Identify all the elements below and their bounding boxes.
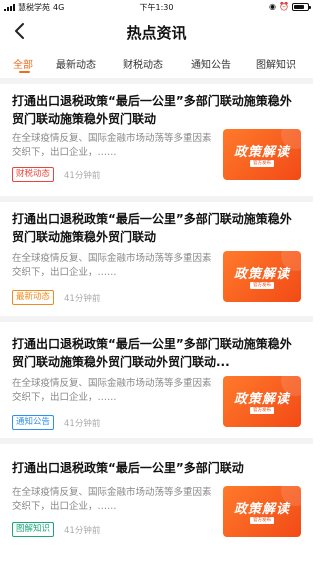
news-meta: 财税动态 41分钟前: [12, 167, 100, 182]
category-tag: 通知公告: [12, 415, 55, 430]
alarm-icon: ⏰: [279, 2, 289, 11]
category-tag: 最新动态: [12, 290, 55, 305]
news-summary: 在全球疫情反复、国际金融市场动荡等多重因素交织下，出口企业，……: [12, 133, 212, 158]
news-title[interactable]: 打通出口退税政策“最后一公里”多部门联动施策稳外贸门联动施策稳外贸门联动: [12, 210, 302, 246]
news-card[interactable]: 打通出口退税政策“最后一公里”多部门联动施策稳外贸门联动施策稳外贸门联动 在全球…: [0, 202, 313, 316]
news-card[interactable]: 打通出口退税政策“最后一公里”多部门联动 在全球疫情反复、国际金融市场动荡等多重…: [0, 444, 313, 554]
tab-all[interactable]: 全部: [13, 56, 33, 71]
tab-illustrated-knowledge[interactable]: 图解知识: [256, 56, 296, 71]
thumbnail-title: 政策解读: [233, 145, 290, 160]
news-card[interactable]: 打通出口退税政策“最后一公里”多部门联动施策稳外贸门联动施策稳外贸门联动 在全球…: [0, 84, 313, 196]
publish-time: 41分钟前: [64, 293, 101, 304]
news-summary: 在全球疫情反复、国际金融市场动荡等多重因素交织下，出口企业，……: [12, 253, 212, 278]
thumbnail-badge: 官方发布: [250, 517, 274, 524]
navigation-bar: 热点资讯: [0, 14, 313, 48]
news-thumbnail[interactable]: 政策解读 官方发布: [223, 376, 301, 427]
publish-time: 41分钟前: [64, 170, 101, 181]
news-summary: 在全球疫情反复、国际金融市场动荡等多重因素交织下，出口企业，……: [12, 378, 212, 403]
thumbnail-title: 政策解读: [233, 502, 290, 517]
news-meta: 图解知识 41分钟前: [12, 522, 100, 537]
battery-icon: [292, 2, 311, 11]
tab-latest-news[interactable]: 最新动态: [56, 56, 96, 71]
category-tabs: 全部 最新动态 财税动态 通知公告 图解知识: [0, 52, 313, 76]
news-meta: 通知公告 41分钟前: [12, 415, 100, 430]
tab-announcements[interactable]: 通知公告: [191, 56, 231, 71]
location-icon: ◉: [269, 2, 277, 11]
thumbnail-title: 政策解读: [233, 392, 290, 407]
thumbnail-badge: 官方发布: [250, 160, 274, 167]
active-tab-indicator: [19, 71, 30, 73]
news-thumbnail[interactable]: 政策解读 官方发布: [223, 486, 301, 537]
tab-tax-news[interactable]: 财税动态: [123, 56, 163, 71]
thumbnail-badge: 官方发布: [250, 282, 274, 289]
news-summary: 在全球疫情反复、国际金融市场动荡等多重因素交织下，出口企业，……: [12, 487, 212, 512]
news-card[interactable]: 打通出口退税政策“最后一公里”多部门联动施策稳外贸门联动施策稳外贸门联动外贸门联…: [0, 322, 313, 438]
thumbnail-title: 政策解读: [233, 267, 290, 282]
news-thumbnail[interactable]: 政策解读 官方发布: [223, 129, 301, 180]
status-bar: 慧税学苑 4G 下午1:30 ◉ ⏰: [0, 0, 313, 14]
publish-time: 41分钟前: [64, 418, 101, 429]
status-time: 下午1:30: [139, 3, 174, 12]
page-title: 热点资讯: [126, 24, 187, 42]
news-title[interactable]: 打通出口退税政策“最后一公里”多部门联动: [12, 459, 302, 477]
thumbnail-badge: 官方发布: [250, 407, 274, 414]
category-tag: 图解知识: [12, 522, 55, 537]
status-right: ◉ ⏰: [269, 2, 311, 11]
news-thumbnail[interactable]: 政策解读 官方发布: [223, 251, 301, 302]
publish-time: 41分钟前: [64, 525, 101, 536]
news-meta: 最新动态 41分钟前: [12, 290, 100, 305]
news-title[interactable]: 打通出口退税政策“最后一公里”多部门联动施策稳外贸门联动施策稳外贸门联动外贸门联…: [12, 335, 302, 371]
category-tag: 财税动态: [12, 167, 55, 182]
news-title[interactable]: 打通出口退税政策“最后一公里”多部门联动施策稳外贸门联动施策稳外贸门联动: [12, 92, 302, 128]
